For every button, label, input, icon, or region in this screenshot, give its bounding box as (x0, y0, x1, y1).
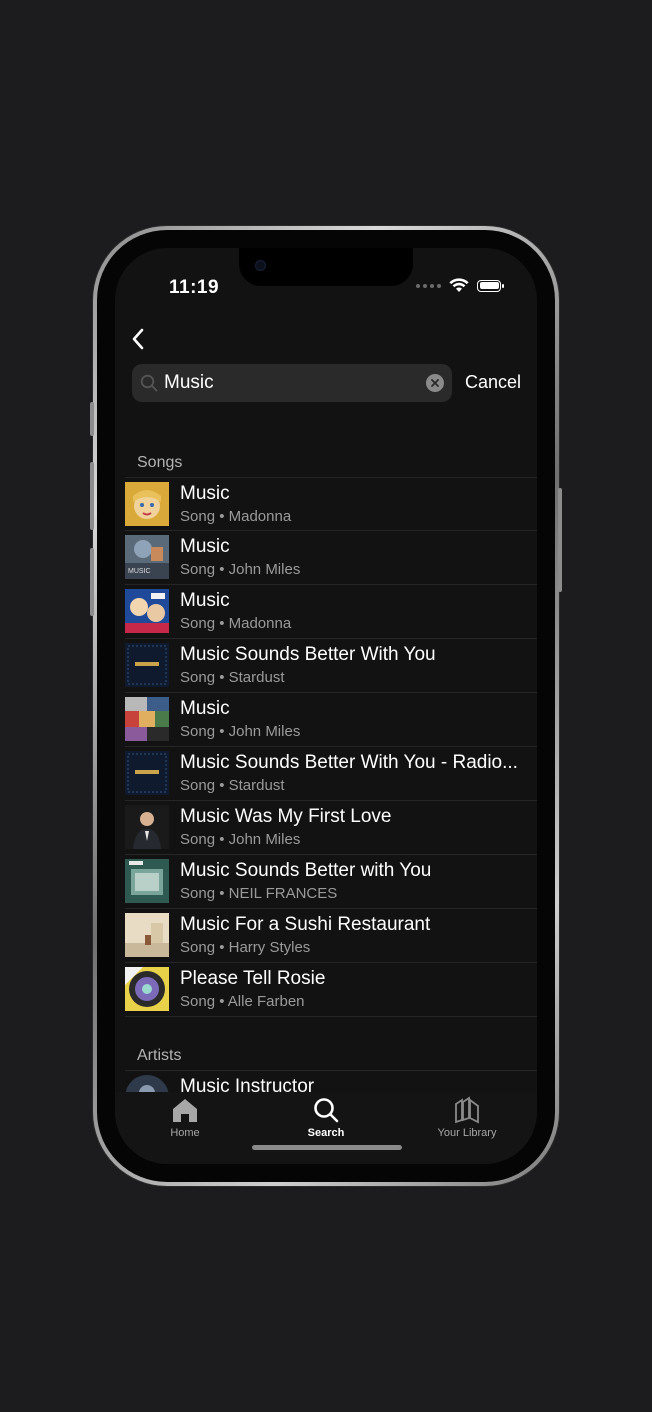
album-art-john-miles-collage (125, 697, 169, 741)
song-row[interactable]: Music Song • Madonna (125, 477, 537, 531)
search-field[interactable] (132, 364, 452, 402)
song-title: Please Tell Rosie (180, 968, 326, 989)
volume-up-button (90, 462, 94, 530)
song-row[interactable]: Music Sounds Better with You Song • NEIL… (125, 855, 537, 909)
album-art-neil-frances (125, 859, 169, 903)
song-subtitle: Song • NEIL FRANCES (180, 885, 338, 902)
song-title: Music (180, 590, 230, 611)
volume-down-button (90, 548, 94, 616)
search-icon (314, 1098, 339, 1123)
song-subtitle: Song • John Miles (180, 561, 301, 578)
song-title: Music Sounds Better with You (180, 860, 432, 881)
album-art-john-miles-portrait (125, 805, 169, 849)
song-subtitle: Song • Madonna (180, 508, 292, 525)
home-icon (173, 1099, 197, 1122)
song-row[interactable]: MUSIC Music Song • John Miles (125, 531, 537, 585)
album-art-harrys-house (125, 913, 169, 957)
notch (239, 248, 413, 286)
mute-switch (90, 402, 94, 436)
album-art-stardust (125, 751, 169, 795)
song-subtitle: Song • John Miles (180, 723, 301, 740)
back-button[interactable] (123, 324, 153, 354)
wifi-icon (449, 278, 469, 292)
song-row[interactable]: Music For a Sushi Restaurant Song • Harr… (125, 909, 537, 963)
cancel-button[interactable]: Cancel (465, 372, 521, 393)
song-title: Music (180, 536, 230, 557)
album-art-john-miles: MUSIC (125, 535, 169, 579)
artists-section-title: Artists (137, 1047, 182, 1064)
tab-home[interactable]: Home (125, 1096, 245, 1139)
screen: 11:19 Music Cancel Songs Music Song • Ma… (115, 248, 537, 1164)
page: 11:19 Music Cancel Songs Music Song • Ma… (0, 0, 652, 1412)
song-subtitle: Song • Stardust (180, 669, 285, 686)
song-row[interactable]: Please Tell Rosie Song • Alle Farben (125, 963, 537, 1017)
song-subtitle: Song • John Miles (180, 831, 301, 848)
song-row[interactable]: Music Song • John Miles (125, 693, 537, 747)
clear-search-button[interactable] (426, 374, 444, 392)
tab-bar: Home Search Your Library (115, 1092, 537, 1164)
phone-frame: 11:19 Music Cancel Songs Music Song • Ma… (90, 226, 562, 1186)
album-art-madonna (125, 482, 169, 526)
power-button (558, 488, 562, 592)
home-indicator (252, 1145, 402, 1150)
song-title: Music Sounds Better With You - Radio... (180, 752, 518, 773)
clear-icon (431, 379, 439, 387)
album-art-alle-farben (125, 967, 169, 1011)
song-row[interactable]: Music Was My First Love Song • John Mile… (125, 801, 537, 855)
song-row[interactable]: Music Sounds Better With You Song • Star… (125, 639, 537, 693)
song-row[interactable]: Music Sounds Better With You - Radio... … (125, 747, 537, 801)
song-row[interactable]: Music Song • Madonna (125, 585, 537, 639)
album-art-stardust (125, 643, 169, 687)
song-title: Music Sounds Better With You (180, 644, 436, 665)
song-title: Music For a Sushi Restaurant (180, 914, 431, 935)
song-subtitle: Song • Stardust (180, 777, 285, 794)
back-chevron-icon (132, 328, 144, 350)
song-title: Music (180, 483, 230, 504)
tab-search[interactable]: Search (266, 1096, 386, 1139)
front-camera (255, 260, 266, 271)
song-subtitle: Song • Harry Styles (180, 939, 311, 956)
status-indicators (416, 278, 504, 293)
songs-section-title: Songs (137, 454, 183, 471)
battery-icon (477, 279, 504, 292)
svg-text:MUSIC: MUSIC (128, 568, 151, 575)
song-title: Music (180, 698, 230, 719)
tab-library-label: Your Library (437, 1127, 497, 1139)
tab-home-label: Home (170, 1127, 200, 1139)
song-subtitle: Song • Madonna (180, 615, 292, 632)
songs-list: Music Song • Madonna MUSIC Music Song • … (125, 477, 537, 1017)
song-title: Music Was My First Love (180, 806, 392, 827)
library-icon (455, 1096, 479, 1124)
search-input[interactable] (164, 372, 414, 394)
status-time: 11:19 (169, 277, 220, 298)
tab-search-label: Search (307, 1127, 345, 1139)
search-icon (140, 374, 158, 392)
song-subtitle: Song • Alle Farben (180, 993, 305, 1010)
album-art-madonna-live (125, 589, 169, 633)
cellular-dots-icon (416, 283, 441, 288)
tab-library[interactable]: Your Library (407, 1096, 527, 1139)
